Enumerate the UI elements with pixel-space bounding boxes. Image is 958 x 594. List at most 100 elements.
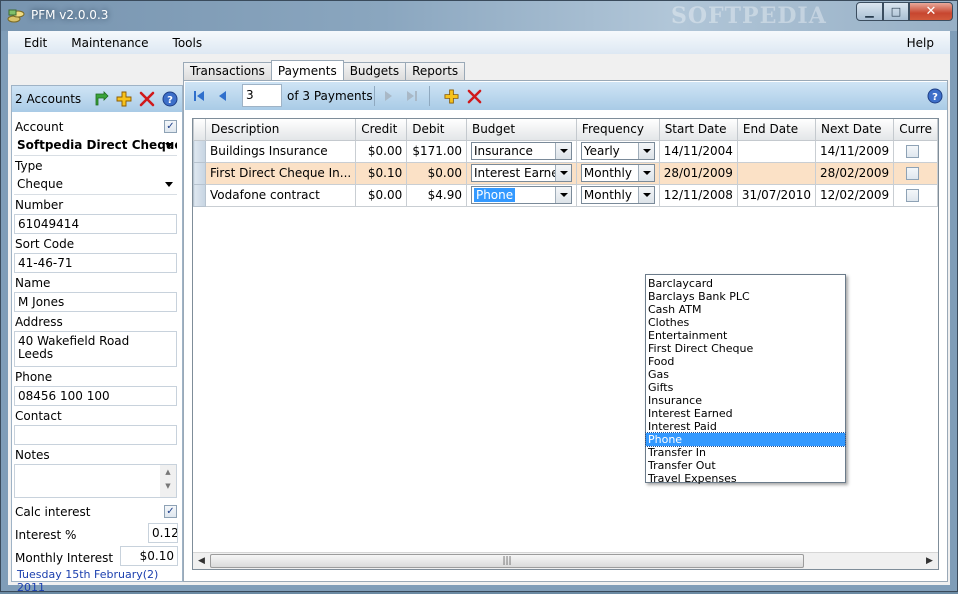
cell-end-date[interactable] bbox=[736, 161, 817, 185]
phone-input[interactable]: 08456 100 100 bbox=[14, 386, 177, 406]
budget-option[interactable]: Gas bbox=[646, 368, 845, 381]
budget-option[interactable]: Transfer In bbox=[646, 446, 845, 459]
row-header[interactable] bbox=[193, 183, 207, 207]
cell-credit[interactable]: $0.00 bbox=[355, 183, 408, 207]
frequency-combo[interactable]: Monthly bbox=[580, 164, 655, 182]
cell-debit[interactable]: $0.00 bbox=[406, 161, 467, 185]
column-header-debit[interactable]: Debit bbox=[406, 119, 467, 141]
cell-description[interactable]: First Direct Cheque In... bbox=[205, 161, 357, 185]
column-header-start-date[interactable]: Start Date bbox=[658, 119, 738, 141]
cell-next-date[interactable]: 12/02/2009 bbox=[815, 183, 895, 207]
frequency-combo[interactable]: Yearly bbox=[580, 142, 655, 160]
column-header-end-date[interactable]: End Date bbox=[736, 119, 817, 141]
add-account-button[interactable] bbox=[115, 90, 132, 107]
close-button[interactable]: ✕ bbox=[909, 2, 953, 21]
minimize-button[interactable]: ▁ bbox=[856, 2, 883, 21]
account-active-checkbox[interactable]: ✓ bbox=[164, 120, 177, 133]
budget-option[interactable]: Entertainment bbox=[646, 329, 845, 342]
cell-end-date[interactable] bbox=[736, 139, 817, 163]
notes-textarea[interactable]: ▲ ▼ bbox=[14, 464, 177, 498]
current-checkbox[interactable] bbox=[906, 188, 920, 202]
column-header-current[interactable]: Curre bbox=[893, 119, 938, 141]
tab-transactions[interactable]: Transactions bbox=[183, 62, 272, 80]
notes-scrollbar[interactable]: ▲ ▼ bbox=[160, 465, 176, 497]
budget-option[interactable]: Food bbox=[646, 355, 845, 368]
cell-debit[interactable]: $171.00 bbox=[406, 139, 467, 163]
cell-credit[interactable]: $0.00 bbox=[355, 139, 408, 163]
table-row[interactable]: Vodafone contract $0.00 $4.90 Phone Mont… bbox=[193, 183, 938, 207]
cell-next-date[interactable]: 14/11/2009 bbox=[815, 139, 895, 163]
budget-option[interactable]: Barclaycard bbox=[646, 277, 845, 290]
budget-option[interactable]: Interest Earned bbox=[646, 407, 845, 420]
budget-option[interactable]: Cash ATM bbox=[646, 303, 845, 316]
column-header-next-date[interactable]: Next Date bbox=[815, 119, 895, 141]
type-select[interactable]: Cheque bbox=[14, 175, 177, 195]
cell-end-date[interactable]: 31/07/2010 bbox=[736, 183, 817, 207]
budget-combo[interactable]: Interest Earned bbox=[470, 164, 572, 182]
tab-budgets[interactable]: Budgets bbox=[342, 62, 407, 80]
calc-interest-checkbox[interactable]: ✓ bbox=[164, 505, 177, 518]
next-record-button[interactable] bbox=[380, 87, 396, 105]
menu-maintenance[interactable]: Maintenance bbox=[63, 36, 156, 50]
account-select[interactable]: Softpedia Direct Cheque bbox=[14, 136, 177, 156]
tab-reports[interactable]: Reports bbox=[405, 62, 466, 80]
delete-account-button[interactable] bbox=[138, 90, 155, 107]
menu-tools[interactable]: Tools bbox=[165, 36, 211, 50]
budget-option[interactable]: Transfer Out bbox=[646, 459, 845, 472]
table-row[interactable]: Buildings Insurance $0.00 $171.00 Insura… bbox=[193, 139, 938, 163]
scroll-left-button[interactable]: ◀ bbox=[193, 553, 210, 569]
budget-option[interactable]: Interest Paid bbox=[646, 420, 845, 433]
current-checkbox[interactable] bbox=[906, 144, 920, 158]
horizontal-scrollbar[interactable]: ◀ ||| ▶ bbox=[193, 552, 938, 569]
frequency-combo[interactable]: Monthly bbox=[580, 186, 655, 204]
record-position-input[interactable]: 3 bbox=[242, 84, 282, 107]
chevron-down-icon[interactable] bbox=[637, 187, 654, 203]
address-input[interactable]: 40 Wakefield Road Leeds bbox=[14, 331, 177, 367]
tab-payments[interactable]: Payments bbox=[270, 60, 344, 81]
maximize-button[interactable]: □ bbox=[883, 2, 909, 21]
cell-next-date[interactable]: 28/02/2009 bbox=[815, 161, 895, 185]
cell-debit[interactable]: $4.90 bbox=[406, 183, 467, 207]
row-header[interactable] bbox=[193, 139, 207, 163]
chevron-down-icon[interactable] bbox=[637, 165, 654, 181]
cell-description[interactable]: Buildings Insurance bbox=[205, 139, 357, 163]
last-record-button[interactable] bbox=[404, 87, 420, 105]
column-header-frequency[interactable]: Frequency bbox=[575, 119, 660, 141]
cell-start-date[interactable]: 28/01/2009 bbox=[658, 161, 738, 185]
cell-start-date[interactable]: 14/11/2004 bbox=[658, 139, 738, 163]
scroll-thumb[interactable]: ||| bbox=[210, 554, 804, 568]
budget-option[interactable]: Travel Expenses bbox=[646, 472, 845, 485]
budget-option[interactable]: Insurance bbox=[646, 394, 845, 407]
column-header-credit[interactable]: Credit bbox=[355, 119, 408, 141]
budget-option[interactable]: Barclays Bank PLC bbox=[646, 290, 845, 303]
table-row[interactable]: First Direct Cheque In... $0.10 $0.00 In… bbox=[193, 161, 938, 185]
menu-edit[interactable]: Edit bbox=[16, 36, 55, 50]
budget-option[interactable]: Clothes bbox=[646, 316, 845, 329]
column-header-budget[interactable]: Budget bbox=[465, 119, 577, 141]
first-record-button[interactable] bbox=[191, 87, 207, 105]
refresh-button[interactable] bbox=[92, 90, 109, 107]
cell-description[interactable]: Vodafone contract bbox=[205, 183, 357, 207]
menu-help[interactable]: Help bbox=[899, 36, 942, 50]
budget-combo[interactable]: Insurance bbox=[470, 142, 572, 160]
contact-input[interactable] bbox=[14, 425, 177, 445]
cell-start-date[interactable]: 12/11/2008 bbox=[658, 183, 738, 207]
chevron-down-icon[interactable] bbox=[554, 187, 571, 203]
monthly-interest-input[interactable]: $0.10 bbox=[120, 546, 178, 566]
payments-help-button[interactable]: ? bbox=[927, 87, 943, 105]
title-bar[interactable]: PFM v2.0.0.3 SOFTPEDIA ▁ □ ✕ bbox=[1, 1, 957, 31]
budget-combo-active[interactable]: Phone bbox=[470, 186, 572, 204]
chevron-down-icon[interactable] bbox=[554, 143, 571, 159]
budget-option-selected[interactable]: Phone bbox=[645, 432, 846, 447]
row-header[interactable] bbox=[193, 161, 207, 185]
budget-option[interactable]: Gifts bbox=[646, 381, 845, 394]
cell-credit[interactable]: $0.10 bbox=[355, 161, 408, 185]
chevron-down-icon[interactable] bbox=[637, 143, 654, 159]
budget-option[interactable]: First Direct Cheque bbox=[646, 342, 845, 355]
column-header-description[interactable]: Description bbox=[205, 119, 357, 141]
chevron-down-icon[interactable] bbox=[554, 165, 571, 181]
help-button[interactable]: ? bbox=[161, 90, 178, 107]
scroll-right-button[interactable]: ▶ bbox=[921, 553, 938, 569]
name-input[interactable]: M Jones bbox=[14, 292, 177, 312]
number-input[interactable]: 61049414 bbox=[14, 214, 177, 234]
